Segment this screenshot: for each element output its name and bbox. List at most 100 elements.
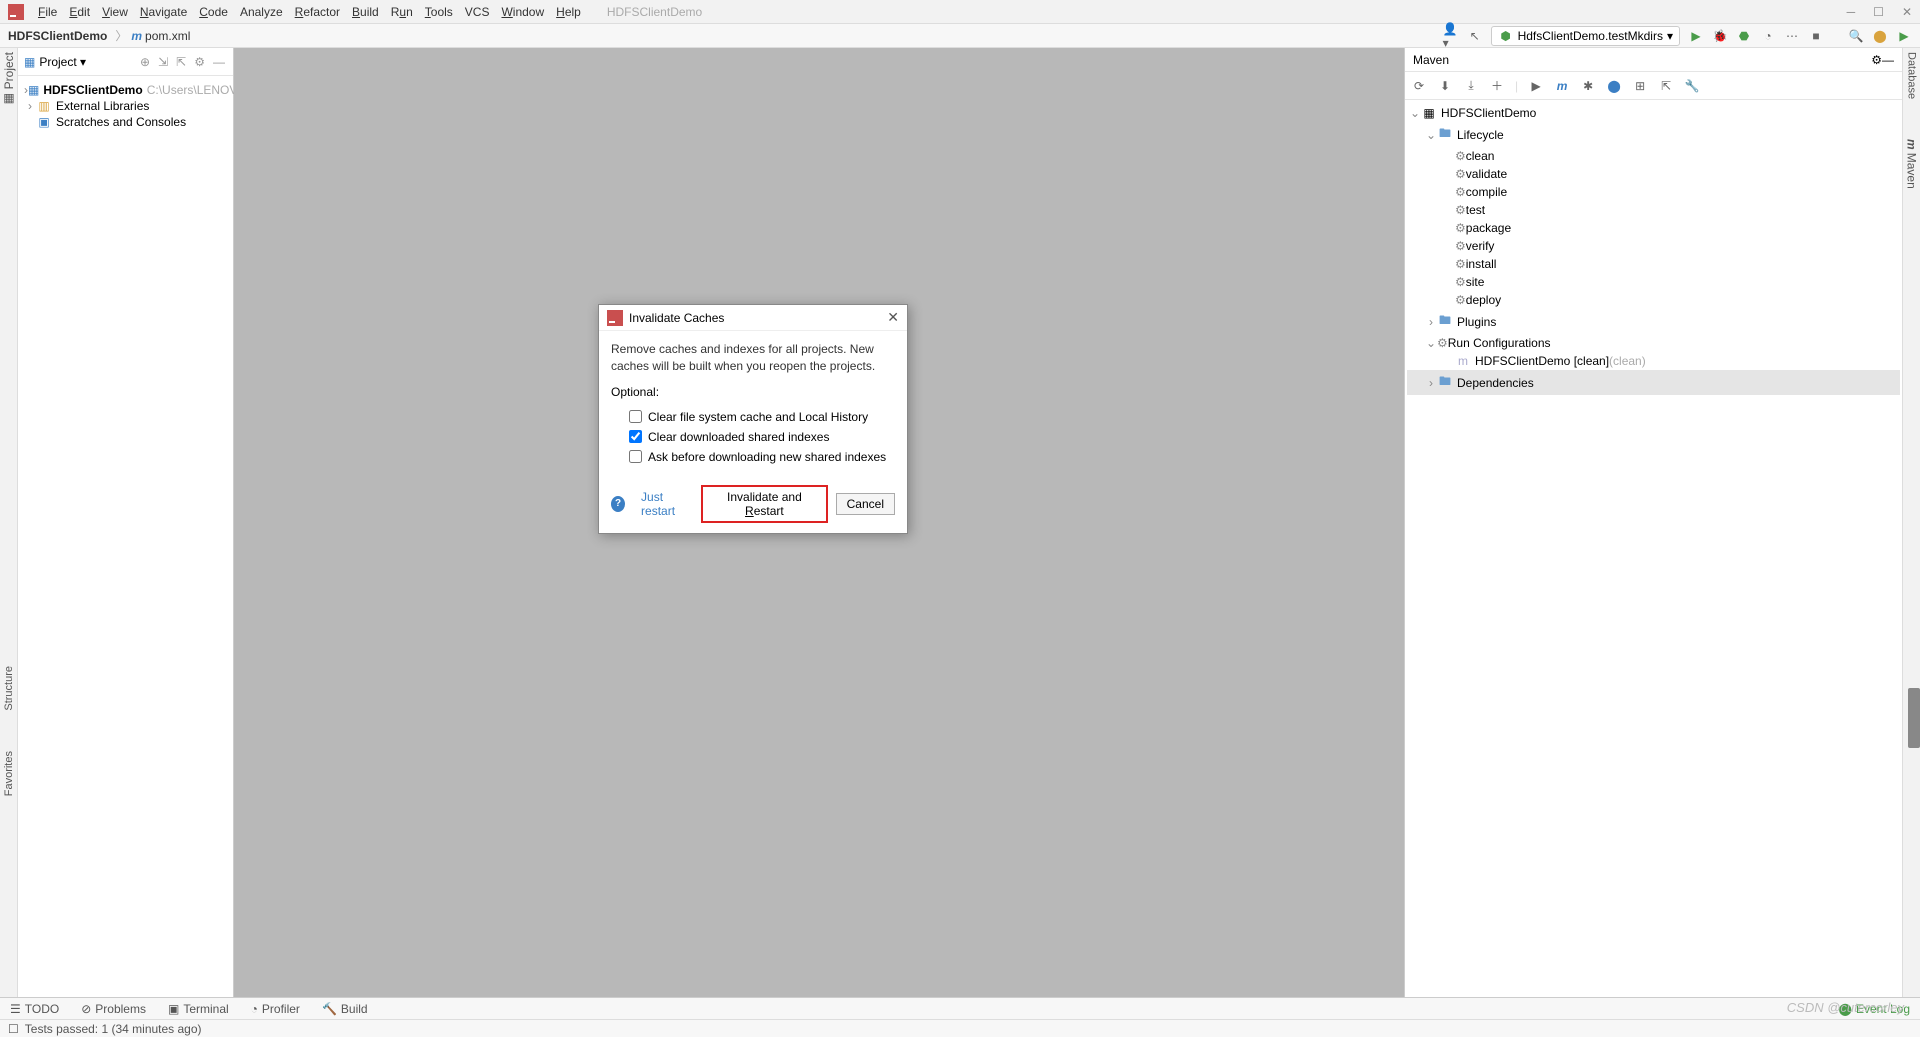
checkbox-input[interactable] (629, 450, 642, 463)
reload-icon[interactable]: ⟳ (1411, 78, 1427, 94)
download-sources-icon[interactable]: ⤓ (1463, 78, 1479, 94)
checkbox-clear-fs-cache[interactable]: Clear file system cache and Local Histor… (611, 407, 895, 427)
right-scrollbar-thumb[interactable] (1908, 688, 1920, 748)
menu-code[interactable]: Code (193, 5, 234, 19)
maven-lifecycle[interactable]: ⌄🖿Lifecycle (1407, 122, 1900, 147)
menu-file[interactable]: File (32, 5, 63, 19)
checkbox-clear-shared-indexes[interactable]: Clear downloaded shared indexes (611, 427, 895, 447)
menu-refactor[interactable]: Refactor (289, 5, 346, 19)
cancel-button[interactable]: Cancel (836, 493, 895, 515)
tab-profiler[interactable]: ◔Profiler (251, 1002, 300, 1016)
left-tab-project[interactable]: ▦ Project (2, 52, 16, 106)
chevron-right-icon[interactable]: › (24, 99, 36, 113)
coverage-icon[interactable]: ⬣ (1736, 28, 1752, 44)
just-restart-link[interactable]: Just restart (641, 490, 693, 518)
search-icon[interactable]: 🔍 (1848, 28, 1864, 44)
checkbox-label: Ask before downloading new shared indexe… (648, 450, 886, 464)
maven-goal-package[interactable]: ⚙ package (1407, 219, 1900, 237)
profile-icon[interactable]: ◔ (1760, 28, 1776, 44)
maven-goal-verify[interactable]: ⚙ verify (1407, 237, 1900, 255)
menu-window[interactable]: Window (495, 5, 550, 19)
checkbox-ask-before-download[interactable]: Ask before downloading new shared indexe… (611, 447, 895, 467)
menu-help[interactable]: Help (550, 5, 587, 19)
maven-run-config-item[interactable]: mHDFSClientDemo [clean] (clean) (1407, 352, 1900, 370)
status-icon: ☐ (8, 1022, 19, 1036)
tree-row-external-libraries[interactable]: › ▥ External Libraries (22, 98, 229, 114)
menu-build[interactable]: Build (346, 5, 385, 19)
left-tab-favorites[interactable]: Favorites (3, 751, 15, 796)
add-icon[interactable]: ＋ (1489, 78, 1505, 94)
right-tab-database[interactable]: Database (1906, 52, 1918, 99)
hide-icon[interactable]: — (1882, 53, 1894, 67)
ide-errors-icon[interactable]: ⬤ (1872, 28, 1888, 44)
collapse-all-icon[interactable]: ⇱ (174, 55, 188, 69)
maven-goal-clean[interactable]: ⚙ clean (1407, 147, 1900, 165)
execute-goal-icon[interactable]: m (1554, 78, 1570, 94)
project-panel-title[interactable]: Project ▾ (39, 55, 86, 69)
menu-view[interactable]: View (96, 5, 134, 19)
attach-icon[interactable]: ⋯ (1784, 28, 1800, 44)
menu-navigate[interactable]: Navigate (134, 5, 193, 19)
show-dependencies-icon[interactable]: ⊞ (1632, 78, 1648, 94)
toggle-offline-icon[interactable]: ✱ (1580, 78, 1596, 94)
update-icon[interactable]: ▶ (1896, 28, 1912, 44)
stop-icon[interactable]: ■ (1808, 28, 1824, 44)
select-opened-file-icon[interactable]: ⊕ (138, 55, 152, 69)
project-tree[interactable]: › ▦ HDFSClientDemo C:\Users\LENOVO › ▥ E… (18, 76, 233, 136)
toggle-skip-tests-icon[interactable]: ⬤ (1606, 78, 1622, 94)
expand-all-icon[interactable]: ⇲ (156, 55, 170, 69)
run-maven-icon[interactable]: ▶ (1528, 78, 1544, 94)
tree-row-project-root[interactable]: › ▦ HDFSClientDemo C:\Users\LENOVO (22, 82, 229, 98)
problems-icon: ⊘ (81, 1002, 91, 1016)
folder-icon: 🖿 (1437, 311, 1453, 332)
close-icon[interactable]: ✕ (1902, 5, 1912, 19)
breadcrumb-root[interactable]: HDFSClientDemo (8, 29, 107, 43)
tab-todo[interactable]: ☰TODO (10, 1002, 59, 1016)
maven-settings-icon[interactable]: 🔧 (1684, 78, 1700, 94)
tree-label: clean (1466, 149, 1495, 163)
menu-edit[interactable]: Edit (63, 5, 96, 19)
run-icon[interactable]: ▶ (1688, 28, 1704, 44)
maven-plugins[interactable]: ›🖿Plugins (1407, 309, 1900, 334)
maven-goal-test[interactable]: ⚙ test (1407, 201, 1900, 219)
run-config-selector[interactable]: ⬢ HdfsClientDemo.testMkdirs ▾ (1491, 26, 1680, 46)
gear-icon[interactable]: ⚙ (192, 55, 207, 69)
maven-goal-compile[interactable]: ⚙ compile (1407, 183, 1900, 201)
collapse-all-icon[interactable]: ⇱ (1658, 78, 1674, 94)
left-tab-structure[interactable]: Structure (3, 666, 15, 711)
tree-label: install (1466, 257, 1497, 271)
tab-event-log[interactable]: ⬤Event Log (1839, 1002, 1910, 1016)
add-config-icon[interactable]: 👤▾ (1443, 28, 1459, 44)
checkbox-input[interactable] (629, 430, 642, 443)
tab-terminal[interactable]: ▣Terminal (168, 1002, 229, 1016)
generate-sources-icon[interactable]: ⬇ (1437, 78, 1453, 94)
maximize-icon[interactable]: ☐ (1873, 5, 1884, 19)
menu-analyze[interactable]: Analyze (234, 5, 289, 19)
invalidate-and-restart-button[interactable]: Invalidate and Restart (701, 485, 827, 523)
maven-goal-install[interactable]: ⚙ install (1407, 255, 1900, 273)
debug-icon[interactable]: 🐞 (1712, 28, 1728, 44)
tab-problems[interactable]: ⊘Problems (81, 1002, 146, 1016)
maven-goal-validate[interactable]: ⚙ validate (1407, 165, 1900, 183)
tab-build[interactable]: 🔨Build (322, 1002, 368, 1016)
tree-row-scratches[interactable]: ▣ Scratches and Consoles (22, 114, 229, 130)
maven-goal-deploy[interactable]: ⚙ deploy (1407, 291, 1900, 309)
help-icon[interactable]: ? (611, 496, 625, 512)
maven-goal-site[interactable]: ⚙ site (1407, 273, 1900, 291)
checkbox-input[interactable] (629, 410, 642, 423)
menu-run[interactable]: Run (385, 5, 419, 19)
bottom-tool-tabs: ☰TODO ⊘Problems ▣Terminal ◔Profiler 🔨Bui… (0, 997, 1920, 1019)
maven-run-configs[interactable]: ⌄⚙ Run Configurations (1407, 334, 1900, 352)
breadcrumb-file[interactable]: pom.xml (145, 29, 190, 43)
maven-root[interactable]: ⌄▦HDFSClientDemo (1407, 104, 1900, 122)
back-icon[interactable]: ↖ (1467, 28, 1483, 44)
gear-icon[interactable]: ⚙ (1871, 53, 1882, 67)
minimize-icon[interactable]: ─ (1847, 5, 1856, 19)
right-tab-maven[interactable]: m Maven (1905, 139, 1919, 189)
dialog-close-icon[interactable]: ✕ (887, 309, 899, 326)
hide-icon[interactable]: — (211, 55, 227, 69)
maven-dependencies[interactable]: ›🖿Dependencies (1407, 370, 1900, 395)
maven-tree[interactable]: ⌄▦HDFSClientDemo ⌄🖿Lifecycle ⚙ clean ⚙ v… (1405, 100, 1902, 399)
menu-tools[interactable]: Tools (419, 5, 459, 19)
menu-vcs[interactable]: VCS (459, 5, 496, 19)
